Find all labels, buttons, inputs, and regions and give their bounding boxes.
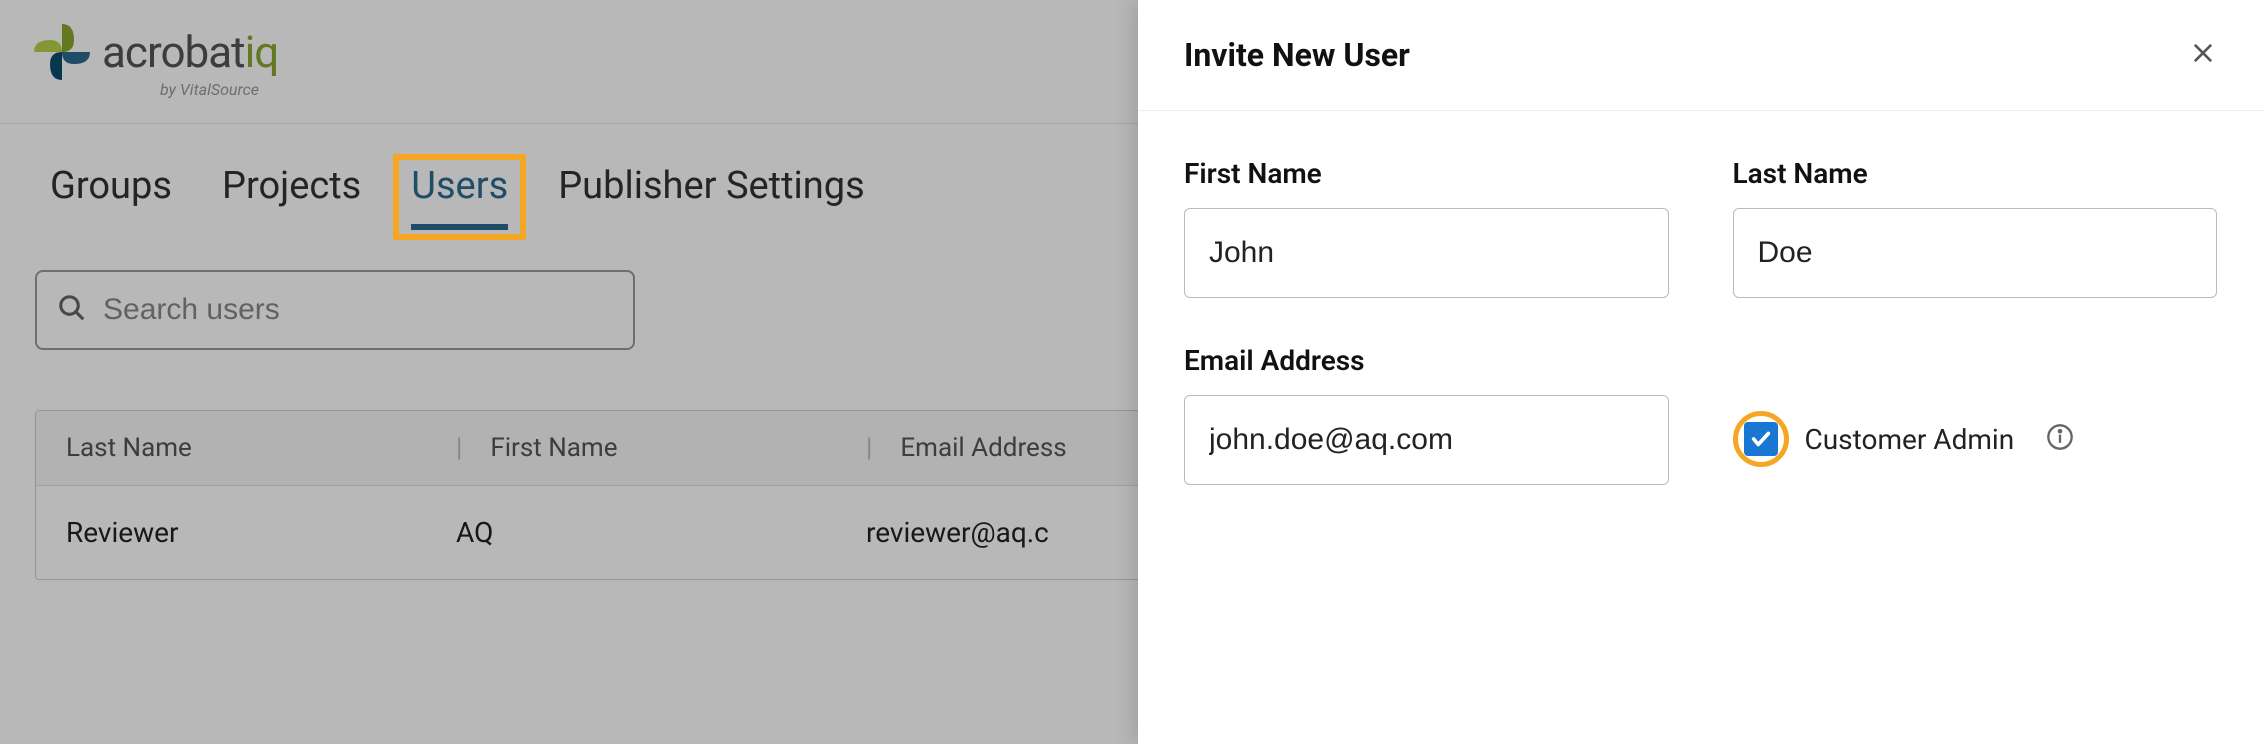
form-row-email: Email Address Customer Admin [1184,344,2217,485]
customer-admin-checkbox[interactable] [1744,422,1778,456]
first-name-input[interactable] [1184,208,1669,298]
info-icon[interactable] [2046,423,2074,455]
modal-dimmer[interactable] [0,0,1138,744]
panel-body: First Name Last Name Email Address [1138,111,2263,577]
customer-admin-label: Customer Admin [1805,423,2015,456]
spacer [1733,344,2218,372]
form-row-name: First Name Last Name [1184,157,2217,298]
form-group-customer-admin: Customer Admin [1733,344,2218,485]
first-name-label: First Name [1184,157,1669,190]
panel-header: Invite New User [1138,0,2263,111]
form-group-last-name: Last Name [1733,157,2218,298]
customer-admin-row: Customer Admin [1733,390,2218,480]
email-input[interactable] [1184,395,1669,485]
panel-title: Invite New User [1184,36,1410,74]
form-group-email: Email Address [1184,344,1669,485]
last-name-input[interactable] [1733,208,2218,298]
invite-user-panel: Invite New User First Name Last Name Ema… [1138,0,2263,744]
check-icon [1750,428,1772,450]
last-name-label: Last Name [1733,157,2218,190]
email-label: Email Address [1184,344,1669,377]
customer-admin-highlight-annotation [1733,411,1789,467]
close-icon [2189,39,2217,67]
form-group-first-name: First Name [1184,157,1669,298]
close-button[interactable] [2189,39,2217,71]
